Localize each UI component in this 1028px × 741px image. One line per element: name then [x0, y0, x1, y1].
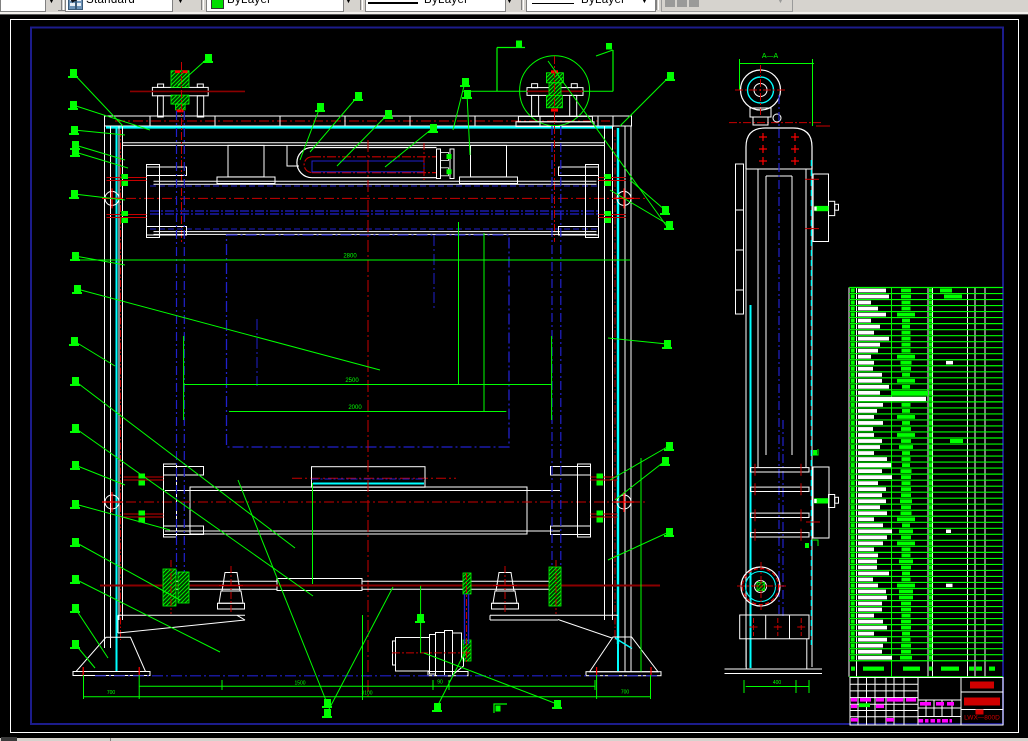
svg-text:700: 700 — [107, 690, 116, 696]
svg-text:3100: 3100 — [361, 691, 372, 697]
svg-text:A—A: A—A — [762, 53, 779, 60]
svg-text:1500: 1500 — [294, 680, 305, 686]
svg-text:700: 700 — [621, 690, 630, 696]
svg-text:2800: 2800 — [343, 254, 357, 260]
svg-text:90: 90 — [437, 680, 443, 686]
svg-text:LWX—800D: LWX—800D — [964, 715, 1000, 722]
svg-text:2000: 2000 — [348, 405, 362, 411]
svg-text:400: 400 — [773, 680, 782, 686]
svg-text:2500: 2500 — [345, 378, 359, 384]
